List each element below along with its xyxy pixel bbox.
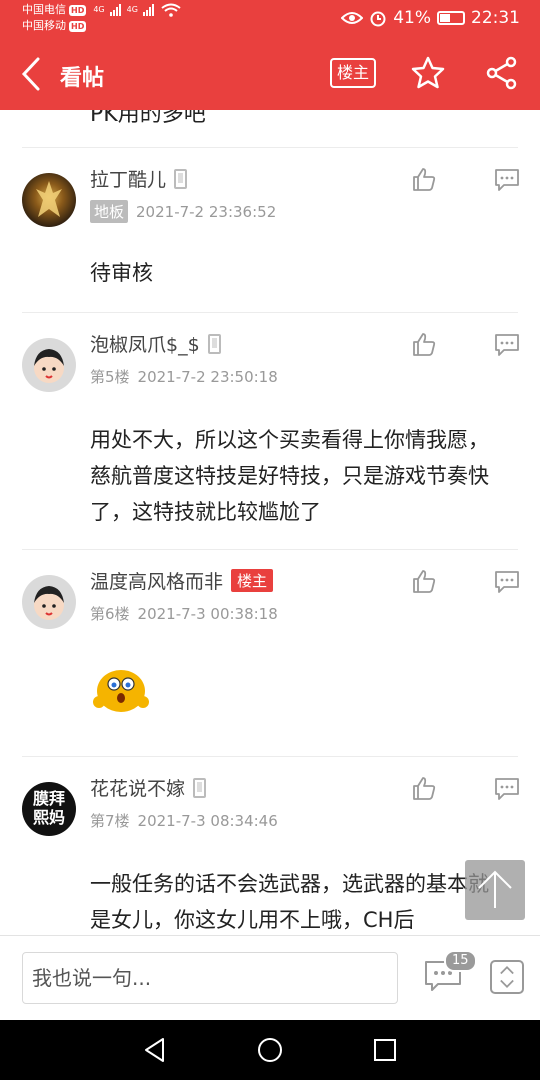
reply-icon[interactable]: [494, 333, 520, 357]
author-name-text[interactable]: 泡椒凤爪$_$: [90, 330, 200, 357]
scroll-to-top-button[interactable]: [465, 860, 525, 920]
avatar[interactable]: [22, 575, 76, 629]
author-name-text[interactable]: 温度高风格而非: [90, 567, 223, 594]
clock: 22:31: [471, 8, 520, 28]
post-time: 2021-7-2 23:36:52: [136, 202, 277, 221]
thumbs-up-icon[interactable]: [411, 775, 437, 801]
system-nav-bar: [0, 1020, 540, 1080]
alarm-icon: [370, 11, 386, 27]
comment-count-badge: 15: [444, 950, 477, 972]
status-bar: 中国电信 HD 4G 4G 中国移动 HD 41% 22:31: [0, 0, 540, 38]
shocked-emoji-icon: [93, 670, 149, 712]
wifi-icon: [161, 3, 181, 17]
post-meta: 第6楼 2021-7-3 00:38:18: [90, 603, 278, 624]
divider: [22, 312, 518, 313]
floor-number: 第7楼: [90, 812, 130, 830]
signal-icon: [109, 4, 121, 16]
floor-number: 第5楼: [90, 368, 130, 386]
back-arrow-icon[interactable]: [18, 56, 44, 92]
app-header: 看帖 楼主: [0, 38, 540, 110]
floor-number: 第6楼: [90, 605, 130, 623]
carrier-info: 中国电信 HD 4G 4G 中国移动 HD: [22, 2, 181, 34]
page-jump-icon[interactable]: [490, 960, 524, 994]
thumbs-up-icon[interactable]: [411, 331, 437, 357]
post-meta: 第7楼 2021-7-3 08:34:46: [90, 810, 278, 831]
previous-post-tail: PK用的多吧: [90, 110, 206, 127]
eye-icon: [341, 12, 364, 24]
nav-home-icon[interactable]: [256, 1036, 284, 1064]
mobile-device-icon: [174, 168, 188, 189]
arrow-up-icon: [478, 870, 512, 908]
page-title: 看帖: [60, 66, 105, 91]
post-body: 待审核: [90, 261, 153, 285]
avatar[interactable]: [22, 338, 76, 392]
divider: [22, 147, 518, 148]
author-name[interactable]: 拉丁酷儿: [90, 165, 188, 192]
reply-icon[interactable]: [494, 777, 520, 801]
thumbs-up-icon[interactable]: [411, 166, 437, 192]
host-only-button[interactable]: 楼主: [330, 58, 376, 88]
hd-badge-2: HD: [69, 20, 87, 32]
author-name-text[interactable]: 拉丁酷儿: [90, 165, 166, 192]
post-meta: 第5楼 2021-7-2 23:50:18: [90, 366, 278, 387]
post-body: 用处不大，所以这个买卖看得上你情我愿，慈航普度这特技是好特技，只是游戏节奏快了，…: [90, 428, 489, 524]
post-time: 2021-7-2 23:50:18: [137, 367, 278, 386]
signal-icon: [142, 4, 154, 16]
star-icon[interactable]: [410, 55, 446, 91]
thumbs-up-icon[interactable]: [411, 568, 437, 594]
share-icon[interactable]: [484, 55, 520, 91]
divider: [22, 756, 518, 757]
host-tag: 楼主: [231, 569, 274, 592]
author-name[interactable]: 花花说不嫁: [90, 774, 207, 801]
reply-icon[interactable]: [494, 168, 520, 192]
carrier-2: 中国移动: [22, 19, 66, 32]
author-name[interactable]: 温度高风格而非 楼主: [90, 567, 274, 594]
post-time: 2021-7-3 08:34:46: [137, 811, 278, 830]
nav-back-icon[interactable]: [141, 1036, 169, 1064]
battery-icon: [437, 11, 465, 25]
reply-input[interactable]: 我也说一句...: [22, 952, 398, 1004]
hd-badge-1: HD: [69, 4, 87, 16]
author-name-text[interactable]: 花花说不嫁: [90, 774, 185, 801]
nav-recents-icon[interactable]: [371, 1036, 399, 1064]
post-body: 一般任务的话不会选武器，选武器的基本就是女儿，你这女儿用不上哦，CH后: [90, 872, 489, 932]
mobile-device-icon: [207, 333, 221, 354]
network-1: 4G: [93, 5, 105, 14]
reply-list[interactable]: PK用的多吧 拉丁酷儿 地板 2021-7-2 23:36:52 待审核 泡椒凤…: [0, 110, 540, 935]
floor-tag: 地板: [90, 200, 129, 223]
battery-text: 41%: [393, 8, 431, 28]
avatar[interactable]: 膜拜 熙妈: [22, 782, 76, 836]
avatar[interactable]: [22, 173, 76, 227]
author-name[interactable]: 泡椒凤爪$_$: [90, 330, 221, 357]
network-2: 4G: [126, 5, 138, 14]
post-time: 2021-7-3 00:38:18: [137, 604, 278, 623]
avatar-text: 膜拜 熙妈: [32, 789, 65, 827]
post-meta: 地板 2021-7-2 23:36:52: [90, 200, 276, 223]
reply-icon[interactable]: [494, 570, 520, 594]
carrier-1: 中国电信: [22, 3, 66, 16]
divider: [22, 549, 518, 550]
reply-bar: 我也说一句... 15: [0, 935, 540, 1020]
mobile-device-icon: [193, 777, 207, 798]
